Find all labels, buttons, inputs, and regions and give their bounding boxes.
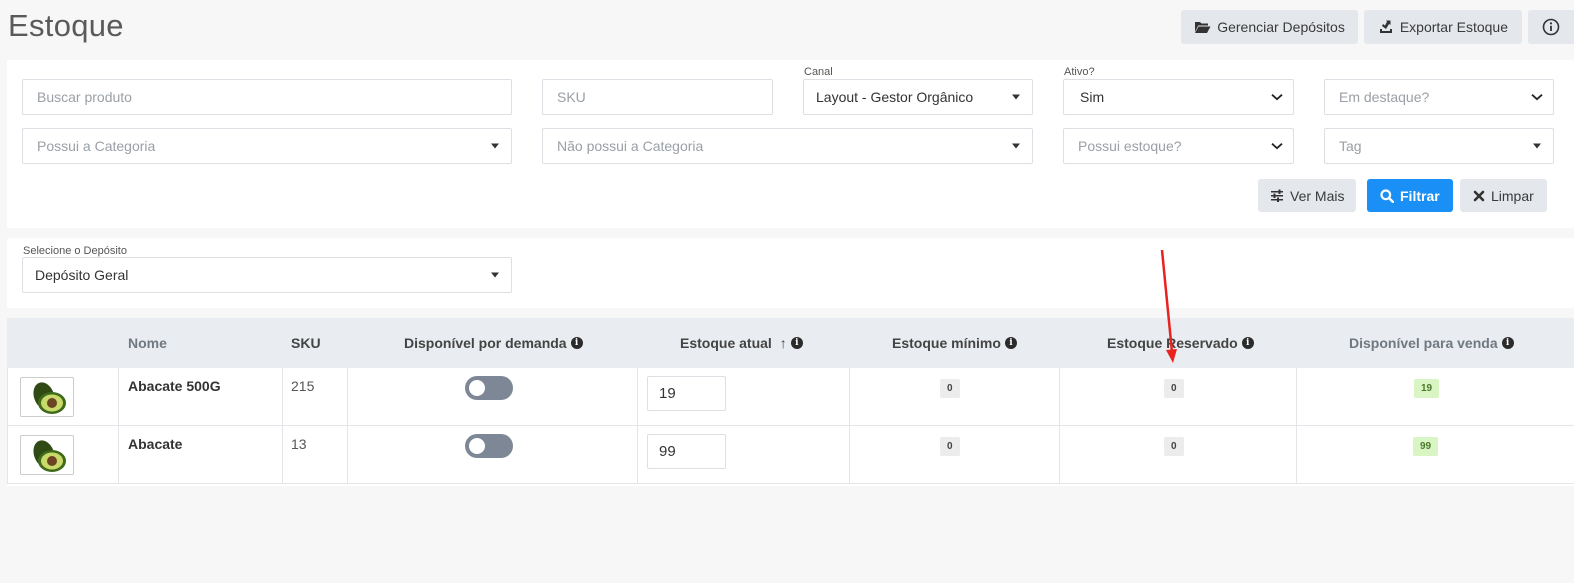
deposit-panel: Selecione o Depósito Depósito Geral	[7, 238, 1574, 308]
product-name[interactable]: Abacate 500G	[128, 378, 221, 394]
column-header-current-stock[interactable]: Estoque atual ↑ i	[680, 335, 803, 351]
folder-open-icon	[1194, 20, 1211, 34]
filter-label: Filtrar	[1400, 187, 1440, 204]
sku-input[interactable]: SKU	[542, 79, 773, 115]
column-divider	[1296, 368, 1297, 484]
manage-deposits-button[interactable]: Gerenciar Depósitos	[1181, 10, 1358, 44]
export-stock-label: Exportar Estoque	[1399, 19, 1508, 35]
reserved-stock-badge: 0	[1164, 437, 1184, 456]
product-sku: 215	[291, 378, 315, 394]
search-product-placeholder: Buscar produto	[37, 89, 132, 105]
caret-down-icon	[1012, 94, 1020, 100]
clear-button[interactable]: Limpar	[1460, 179, 1547, 212]
search-icon	[1380, 188, 1394, 203]
not-has-category-placeholder: Não possui a Categoria	[557, 138, 704, 154]
table-row: Abacate 13 99 0 0 99	[7, 426, 1574, 484]
min-stock-badge: 0	[940, 437, 960, 456]
caret-down-icon	[491, 272, 499, 278]
active-select[interactable]: Sim	[1063, 79, 1294, 115]
top-actions: Gerenciar Depósitos Exportar Estoque	[1181, 10, 1574, 44]
has-stock-select[interactable]: Possui estoque?	[1063, 128, 1294, 164]
column-divider	[849, 368, 850, 484]
filters-panel: Buscar produto SKU Canal Layout - Gestor…	[7, 60, 1574, 228]
sliders-icon	[1270, 189, 1284, 202]
on-demand-toggle[interactable]	[465, 434, 513, 458]
info-icon[interactable]: i	[1004, 337, 1017, 349]
close-icon	[1473, 190, 1485, 202]
table-left-border	[7, 368, 8, 484]
filter-button[interactable]: Filtrar	[1367, 179, 1453, 212]
avocado-image	[33, 382, 66, 414]
chevron-down-icon	[1271, 137, 1283, 153]
featured-select[interactable]: Em destaque?	[1324, 79, 1554, 115]
page-title: Estoque	[8, 8, 124, 43]
current-stock-input[interactable]: 99	[647, 434, 726, 469]
tag-placeholder: Tag	[1339, 138, 1362, 154]
manage-deposits-label: Gerenciar Depósitos	[1217, 19, 1345, 35]
min-stock-badge: 0	[940, 379, 960, 398]
column-header-min-stock[interactable]: Estoque mínimo i	[892, 335, 1017, 351]
caret-down-icon	[491, 143, 499, 149]
clear-label: Limpar	[1491, 187, 1534, 204]
deposit-value: Depósito Geral	[35, 267, 129, 283]
featured-placeholder: Em destaque?	[1339, 89, 1430, 105]
chevron-down-icon	[1271, 88, 1283, 104]
not-has-category-select[interactable]: Não possui a Categoria	[542, 128, 1033, 164]
channel-label: Canal	[804, 66, 833, 78]
chevron-down-icon	[1531, 88, 1543, 104]
on-demand-toggle[interactable]	[465, 376, 513, 400]
caret-down-icon	[1533, 143, 1541, 149]
has-category-placeholder: Possui a Categoria	[37, 138, 156, 154]
column-divider	[347, 368, 348, 484]
available-badge: 99	[1413, 437, 1439, 456]
product-thumbnail[interactable]	[20, 435, 74, 475]
info-circle-icon	[1542, 18, 1560, 36]
available-badge: 19	[1414, 379, 1440, 398]
has-category-select[interactable]: Possui a Categoria	[22, 128, 512, 164]
column-header-sku[interactable]: SKU	[291, 335, 321, 351]
reserved-stock-badge: 0	[1164, 379, 1184, 398]
see-more-label: Ver Mais	[1290, 187, 1345, 204]
table-row: Abacate 500G 215 19 0 0 19	[7, 368, 1574, 426]
avocado-image	[33, 440, 66, 472]
current-stock-input[interactable]: 19	[647, 376, 726, 411]
product-sku: 13	[291, 436, 307, 452]
info-icon[interactable]: i	[570, 337, 583, 349]
table-header: Nome SKU Disponível por demanda i Estoque…	[7, 318, 1574, 368]
sort-ascending-icon[interactable]: ↑	[780, 335, 787, 351]
active-value: Sim	[1080, 89, 1105, 105]
product-thumbnail[interactable]	[20, 377, 74, 417]
deposit-select[interactable]: Depósito Geral	[22, 257, 512, 293]
info-icon[interactable]: i	[790, 337, 803, 349]
deposit-label: Selecione o Depósito	[23, 245, 127, 257]
see-more-button[interactable]: Ver Mais	[1258, 179, 1357, 212]
stock-table: Nome SKU Disponível por demanda i Estoque…	[7, 318, 1574, 486]
channel-select[interactable]: Layout - Gestor Orgânico	[803, 79, 1033, 115]
sku-placeholder: SKU	[557, 89, 586, 105]
has-stock-placeholder: Possui estoque?	[1078, 138, 1182, 154]
column-divider	[1059, 368, 1060, 484]
product-name[interactable]: Abacate	[128, 436, 182, 452]
info-icon[interactable]: i	[1241, 337, 1254, 349]
column-divider	[118, 368, 119, 484]
column-header-name[interactable]: Nome	[128, 335, 167, 351]
column-divider	[282, 368, 283, 484]
column-divider	[637, 368, 638, 484]
column-header-available[interactable]: Disponível para venda i	[1349, 335, 1514, 351]
column-header-on-demand[interactable]: Disponível por demanda i	[404, 335, 583, 351]
channel-value: Layout - Gestor Orgânico	[816, 89, 974, 105]
info-icon[interactable]: i	[1501, 337, 1514, 349]
info-button[interactable]	[1528, 10, 1574, 44]
column-header-reserved-stock[interactable]: Estoque Reservado i	[1107, 335, 1254, 351]
active-label: Ativo?	[1064, 66, 1095, 78]
caret-down-icon	[1012, 143, 1020, 149]
export-icon	[1378, 19, 1394, 35]
search-product-input[interactable]: Buscar produto	[22, 79, 512, 115]
export-stock-button[interactable]: Exportar Estoque	[1363, 10, 1522, 44]
tag-select[interactable]: Tag	[1324, 128, 1554, 164]
